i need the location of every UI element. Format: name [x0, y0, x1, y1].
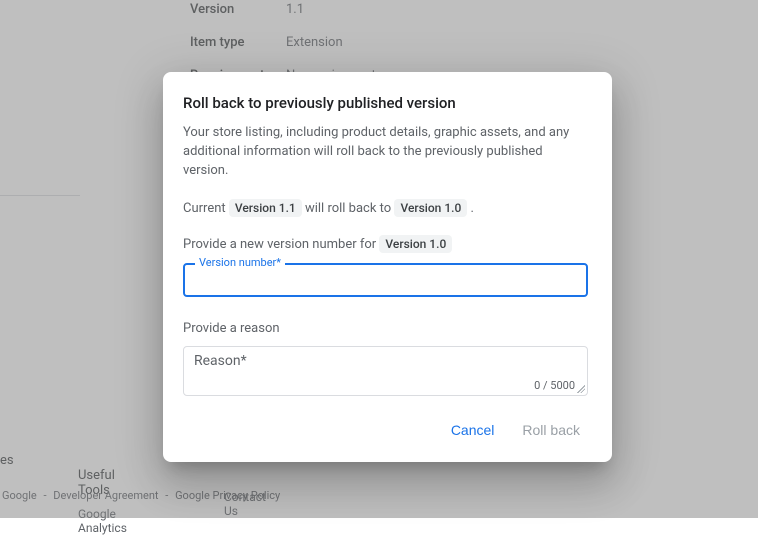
current-version-chip: Version 1.1 [229, 199, 302, 217]
reason-field[interactable]: 0 / 5000 [183, 346, 588, 396]
rollback-dialog: Roll back to previously published versio… [163, 72, 612, 462]
rollback-mid-text: will roll back to [305, 201, 391, 216]
version-number-input[interactable] [185, 265, 586, 295]
resize-handle-icon[interactable] [577, 385, 585, 393]
reason-textarea[interactable] [194, 353, 577, 385]
dialog-current-line: Current Version 1.1 will roll back to Ve… [183, 199, 588, 217]
target-version-chip-2: Version 1.0 [379, 235, 452, 253]
dialog-description: Your store listing, including product de… [183, 124, 588, 181]
current-prefix: Current [183, 201, 226, 216]
provide-version-line: Provide a new version number for Version… [183, 235, 588, 253]
period: . [471, 201, 474, 216]
cancel-button[interactable]: Cancel [443, 414, 503, 446]
dialog-actions: Cancel Roll back [183, 396, 588, 446]
provide-version-prefix: Provide a new version number for [183, 237, 376, 252]
reason-section-label: Provide a reason [183, 321, 588, 336]
version-number-field[interactable]: Version number* [183, 263, 588, 297]
target-version-chip: Version 1.0 [394, 199, 467, 217]
version-number-label: Version number* [195, 256, 285, 269]
dialog-title: Roll back to previously published versio… [183, 94, 588, 112]
rollback-button[interactable]: Roll back [514, 414, 588, 446]
reason-char-count: 0 / 5000 [534, 379, 575, 392]
